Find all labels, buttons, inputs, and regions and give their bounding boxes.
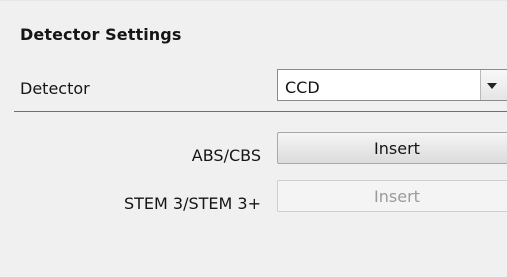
dropdown-arrow-icon <box>487 83 497 89</box>
detector-label: Detector <box>20 79 90 98</box>
stem3-label: STEM 3/STEM 3+ <box>123 194 261 213</box>
stem3-insert-button[interactable]: Insert <box>277 180 507 212</box>
detector-select[interactable]: CCD <box>277 69 507 101</box>
dropdown-button[interactable] <box>480 70 507 100</box>
abs-cbs-label: ABS/CBS <box>191 146 261 165</box>
separator <box>14 111 507 112</box>
abs-cbs-insert-button[interactable]: Insert <box>277 132 507 164</box>
section-title: Detector Settings <box>20 25 182 44</box>
detector-select-value: CCD <box>285 78 320 97</box>
detector-settings-panel: Detector Settings Detector CCD ABS/CBS I… <box>0 0 507 277</box>
